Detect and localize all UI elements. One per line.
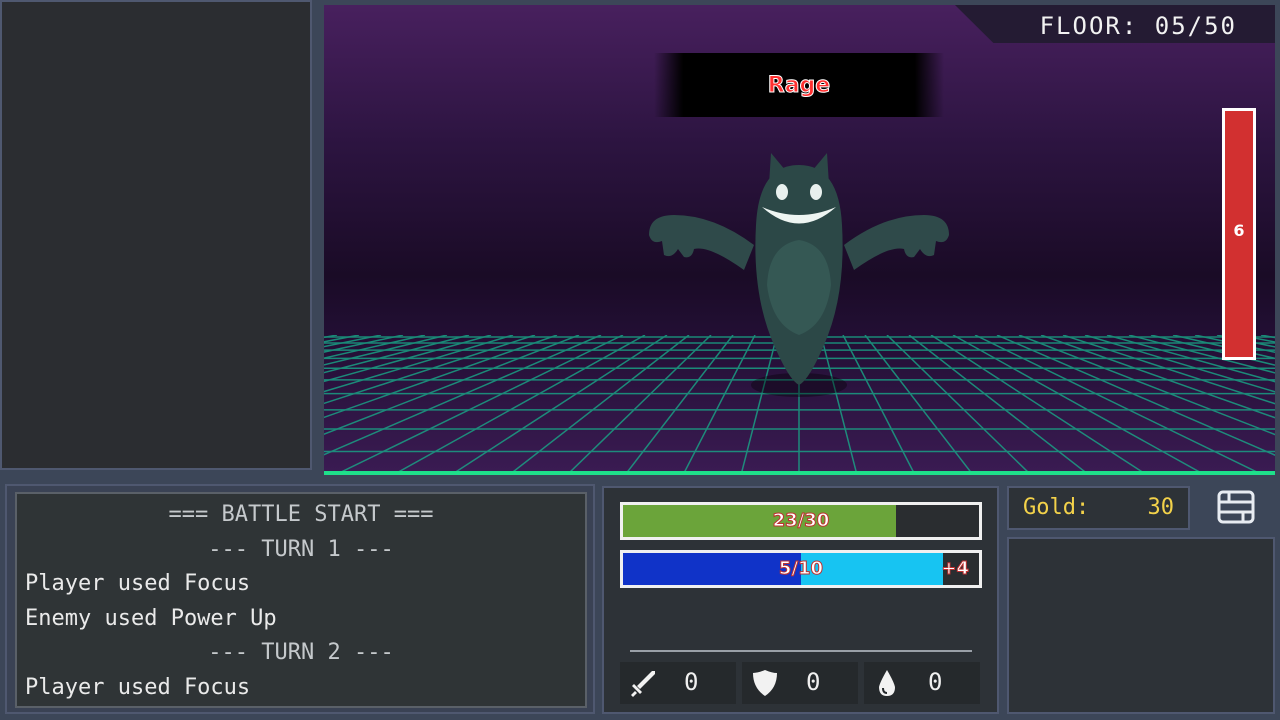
log-line: Enemy used Power Up	[25, 605, 277, 631]
defense-stat: 0	[742, 662, 858, 704]
menu-icon	[1217, 490, 1255, 524]
hp-bar: 23/30	[620, 502, 982, 540]
log-line: Player used Focus	[25, 571, 251, 597]
gold-display: Gold: 30	[1007, 486, 1190, 530]
hp-value: 23/30	[772, 510, 830, 532]
attack-value: 0	[684, 668, 699, 696]
attack-stat: 0	[620, 662, 736, 704]
battle-log-frame: === BATTLE START === --- TURN 1 --- Play…	[5, 484, 595, 714]
ghost-enemy[interactable]	[634, 145, 954, 405]
left-panel	[0, 0, 312, 470]
player-stats-panel: 23/30 5/10 +4 0 0 0	[602, 486, 999, 714]
agility-value: 0	[928, 668, 943, 696]
status-effect-banner: Rage	[654, 53, 944, 117]
log-line: --- TURN 2 ---	[208, 640, 394, 666]
floor-counter: FLOOR: 05/50	[1039, 12, 1237, 40]
battle-scene: FLOOR: 05/50 Rage 6	[324, 5, 1275, 475]
enemy-hp-gauge: 6	[1222, 108, 1256, 360]
shield-icon	[753, 670, 777, 696]
menu-button[interactable]	[1197, 486, 1275, 530]
mp-bar: 5/10 +4	[620, 550, 982, 588]
log-line: --- TURN 1 ---	[208, 536, 394, 562]
log-line: Player used Focus	[25, 674, 251, 700]
enemy-hp-value: 6	[1233, 221, 1245, 240]
sword-icon	[631, 671, 655, 697]
right-panel	[1007, 537, 1275, 714]
stats-divider	[630, 650, 972, 652]
battle-log: === BATTLE START === --- TURN 1 --- Play…	[15, 492, 587, 708]
log-line: === BATTLE START ===	[168, 502, 434, 527]
drop-icon	[879, 670, 895, 696]
agility-stat: 0	[864, 662, 980, 704]
gold-value: 30	[1147, 495, 1175, 520]
gold-label: Gold:	[1023, 495, 1090, 520]
mp-bonus: +4	[941, 558, 970, 580]
defense-value: 0	[806, 668, 821, 696]
mp-value: 5/10	[778, 558, 824, 580]
status-effect-label: Rage	[767, 73, 831, 99]
